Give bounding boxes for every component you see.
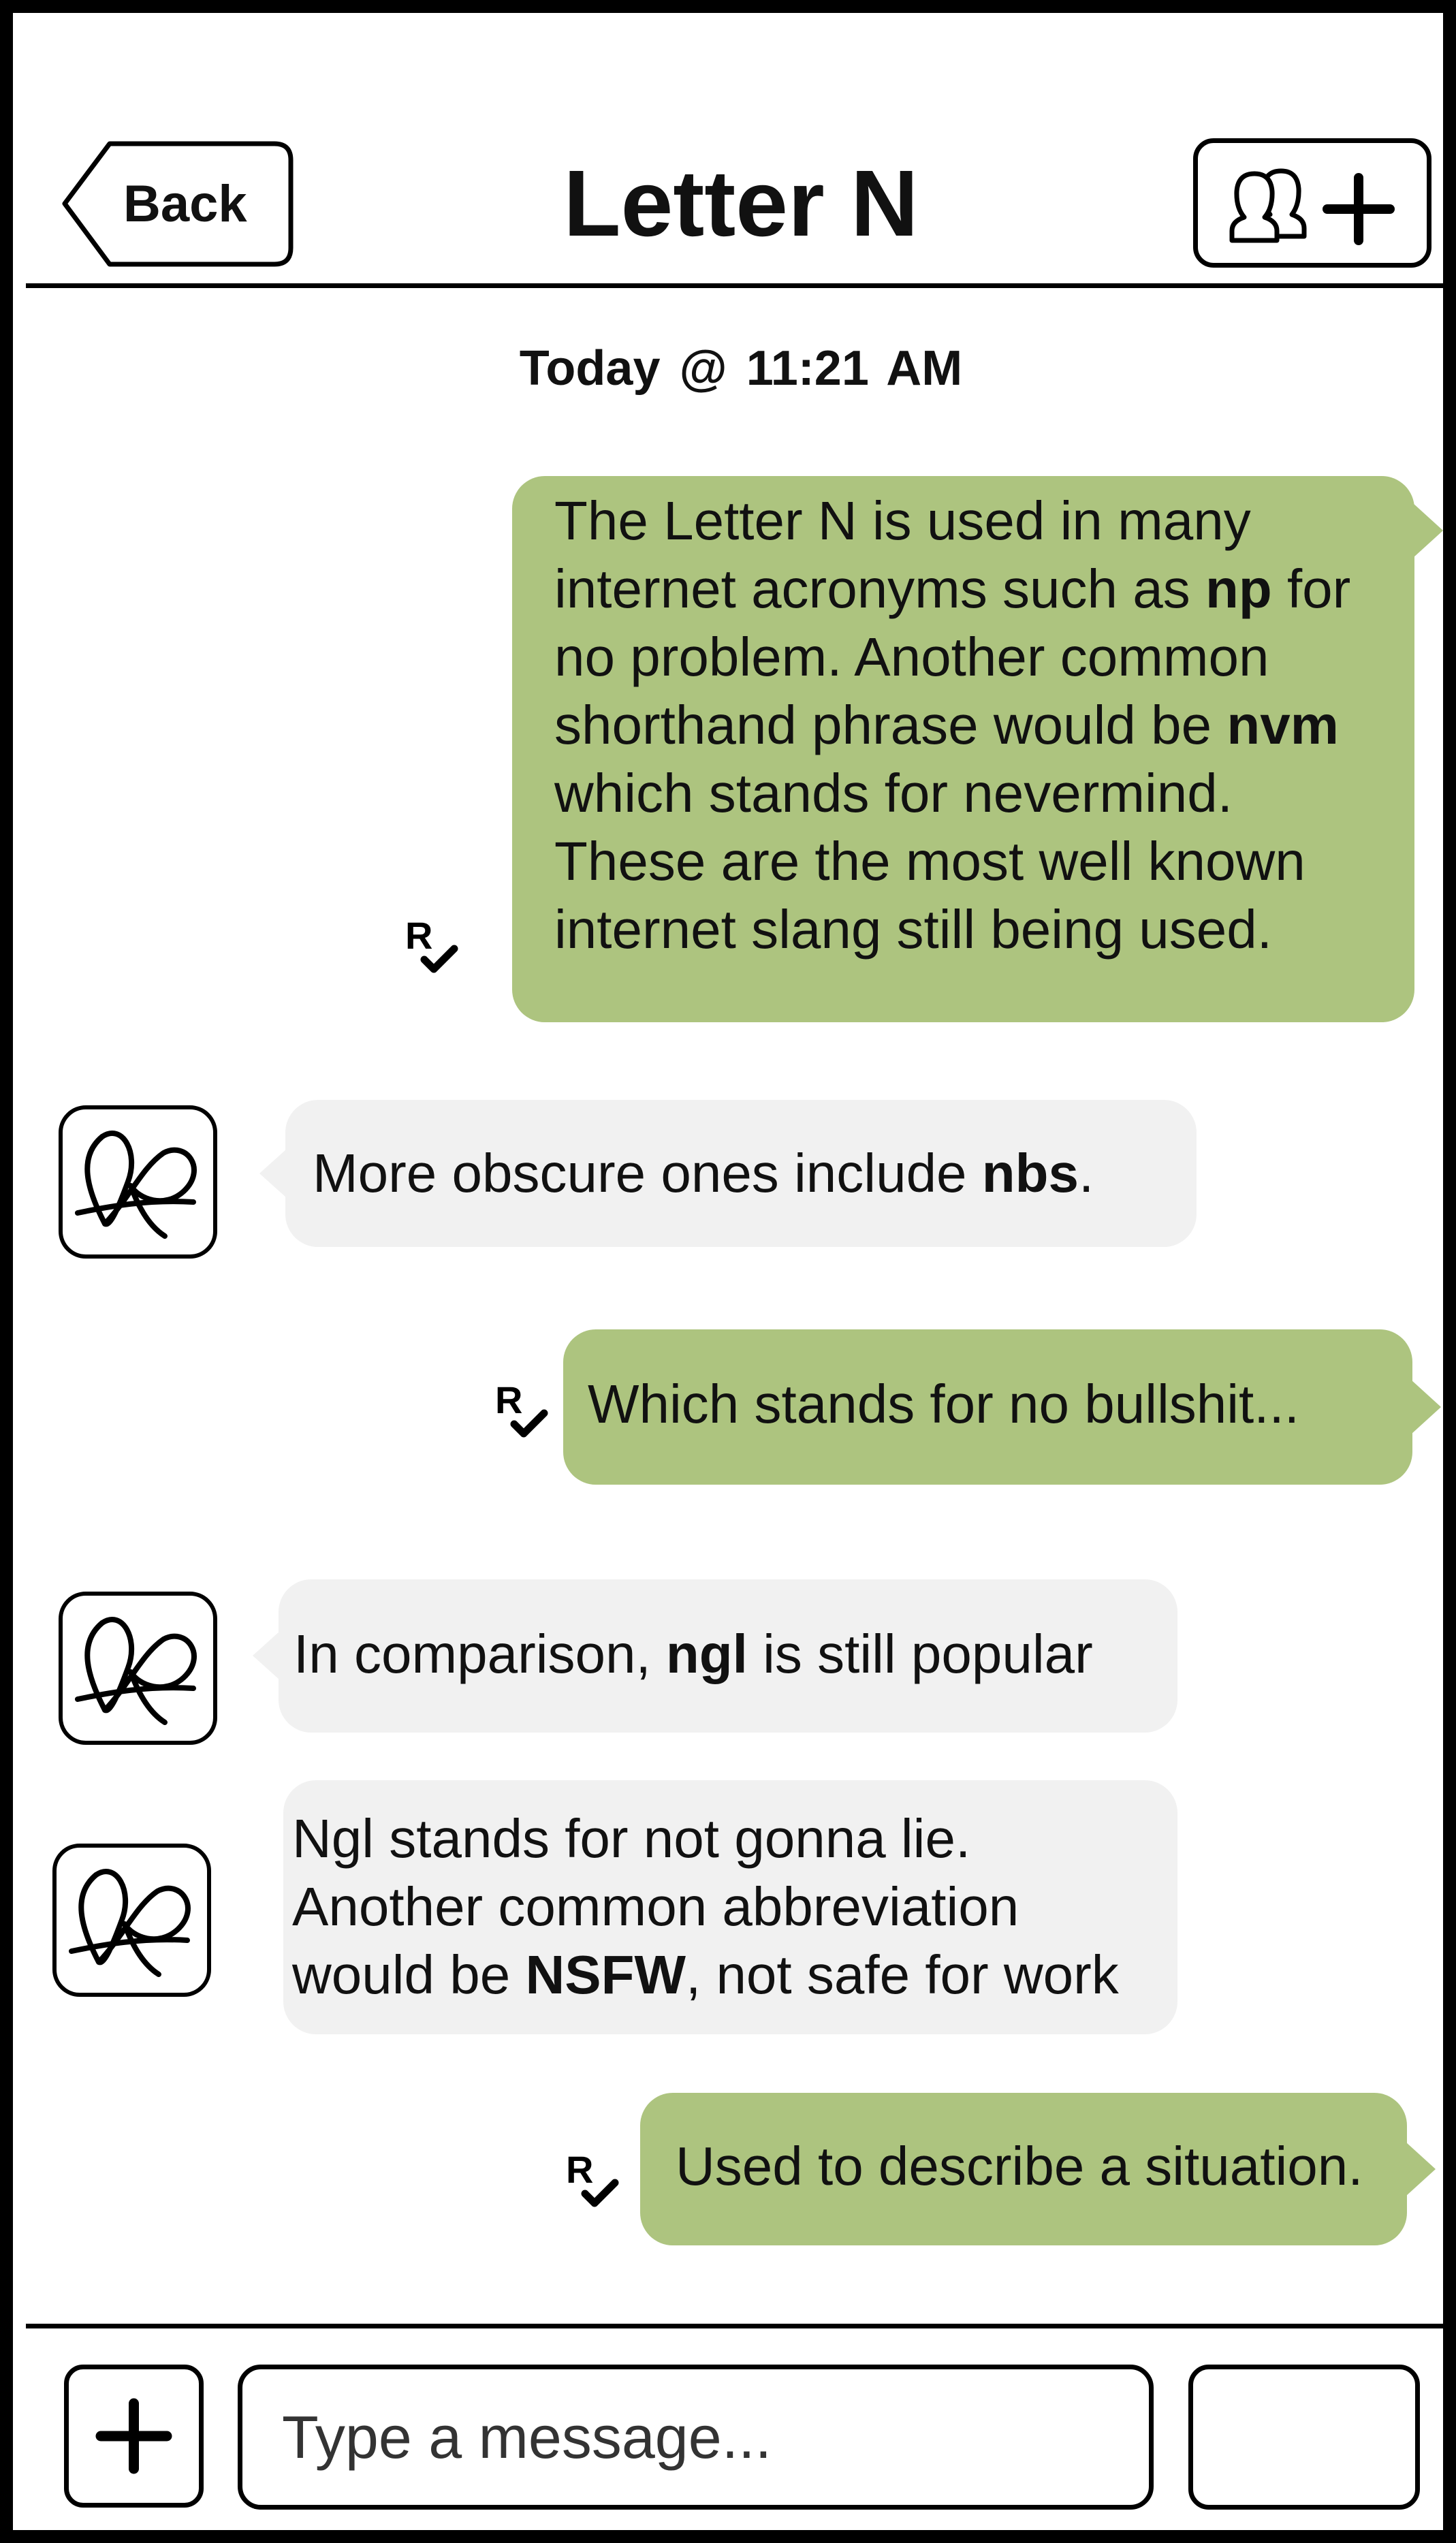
message-bubble-incoming[interactable]: More obscure ones include nbs. (259, 1100, 1197, 1247)
message-line: In comparison, ngl is still popular (294, 1624, 1093, 1684)
message-line: internet slang still being used. (554, 899, 1272, 960)
header-divider (26, 283, 1456, 288)
message-line: More obscure ones include nbs. (313, 1143, 1094, 1203)
read-receipt-letter: R (405, 914, 432, 957)
read-receipt-icon: R (492, 1375, 560, 1443)
message-line: Ngl stands for not gonna lie. (292, 1808, 971, 1869)
conversation-timestamp: Today @ 11:21 AM (519, 341, 963, 396)
message-line: These are the most well known (554, 831, 1305, 891)
message-input[interactable] (238, 2365, 1154, 2510)
message-line: The Letter N is used in many (554, 490, 1251, 551)
read-receipt-icon: R (563, 2145, 631, 2213)
message-line: internet acronyms such as np for (554, 558, 1351, 619)
page-title: Letter N (563, 151, 919, 256)
message-bubble-outgoing[interactable]: Which stands for no bullshit... (563, 1329, 1441, 1485)
message-line: no problem. Another common (554, 627, 1269, 687)
phone-frame: Back Letter N Today @ 11:21 AM R The Let… (0, 0, 1456, 2543)
avatar[interactable] (59, 1105, 217, 1259)
avatar[interactable] (52, 1844, 211, 1997)
bubble-tail (1406, 2142, 1436, 2196)
bubble-tail (259, 1149, 287, 1198)
acronym-ngl: ngl (665, 1624, 748, 1684)
message-line: shorthand phrase would be nvm (554, 695, 1339, 755)
message-line: would be NSFW, not safe for work (292, 1944, 1119, 2005)
send-button[interactable] (1188, 2365, 1420, 2510)
acronym-nsfw: NSFW (525, 1944, 686, 2005)
message-line: Another common abbreviation (292, 1876, 1019, 1937)
add-contact-icon (1229, 168, 1395, 245)
message-line: which stands for nevermind. (554, 763, 1233, 823)
acronym-nvm: nvm (1226, 695, 1339, 755)
bubble-tail (1413, 503, 1443, 558)
bubble-tail (253, 1631, 280, 1680)
message-line: Used to describe a situation. (676, 2136, 1363, 2196)
message-bubble-incoming[interactable]: In comparison, ngl is still popular (253, 1579, 1177, 1733)
read-receipt-icon: R (402, 911, 471, 979)
signature-avatar-icon (69, 1869, 191, 1977)
bubble-tail (1411, 1380, 1441, 1434)
back-label: Back (123, 175, 247, 233)
message-bubble-incoming[interactable]: Ngl stands for not gonna lie. Another co… (283, 1780, 1177, 2034)
signature-avatar-icon (75, 1617, 197, 1725)
avatar[interactable] (59, 1592, 217, 1745)
acronym-nbs: nbs (981, 1143, 1079, 1203)
plus-icon (95, 2398, 172, 2474)
footer-divider (26, 2324, 1456, 2328)
add-attachment-button[interactable] (64, 2365, 204, 2508)
read-receipt-letter: R (495, 1378, 522, 1421)
message-line: Which stands for no bullshit... (588, 1374, 1299, 1434)
acronym-np: np (1205, 558, 1272, 619)
add-contact-button[interactable] (1193, 138, 1431, 268)
message-bubble-outgoing[interactable]: The Letter N is used in many internet ac… (512, 476, 1443, 1022)
signature-avatar-icon (75, 1131, 197, 1239)
read-receipt-letter: R (566, 2148, 593, 2191)
back-button[interactable]: Back (61, 141, 294, 267)
message-bubble-outgoing[interactable]: Used to describe a situation. (640, 2093, 1436, 2245)
